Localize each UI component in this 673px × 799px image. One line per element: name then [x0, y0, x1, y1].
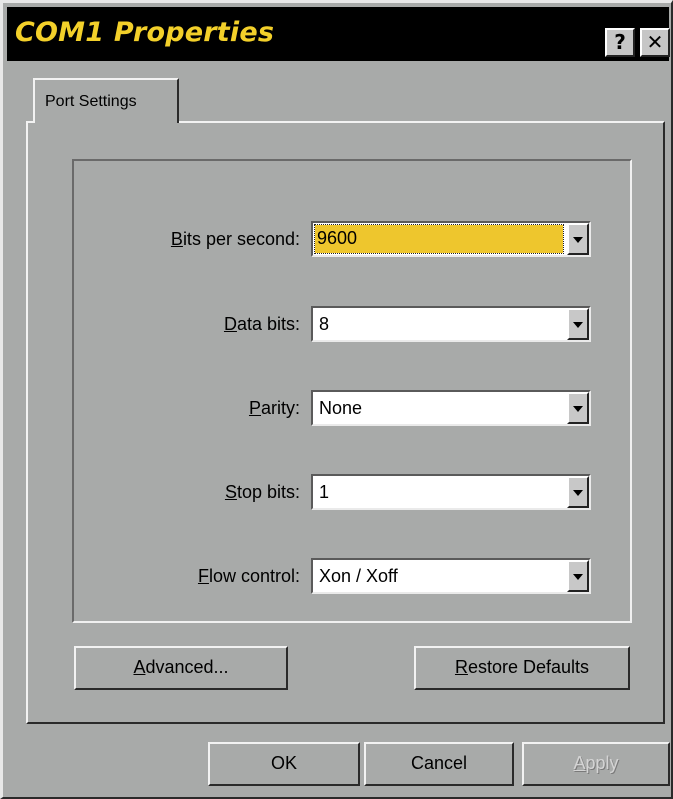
- tab-port-settings[interactable]: Port Settings: [33, 78, 179, 123]
- stop-bits-row: Stop bits: 1: [74, 474, 630, 510]
- settings-group: Bits per second: 9600 Data bits: 8 Parit…: [72, 159, 632, 623]
- ok-button[interactable]: OK: [208, 742, 360, 786]
- advanced-button[interactable]: Advanced...: [74, 646, 288, 690]
- restore-defaults-button[interactable]: Restore Defaults: [414, 646, 630, 690]
- chevron-down-icon: [573, 406, 583, 412]
- window-title: COM1 Properties: [15, 17, 275, 48]
- flow-control-select[interactable]: Xon / Xoff: [311, 558, 591, 594]
- data-bits-dropdown-button[interactable]: [567, 308, 589, 340]
- stop-bits-dropdown-button[interactable]: [567, 476, 589, 508]
- bits-per-second-dropdown-button[interactable]: [567, 223, 589, 255]
- stop-bits-select[interactable]: 1: [311, 474, 591, 510]
- apply-button[interactable]: Apply: [522, 742, 670, 786]
- help-icon: ?: [614, 30, 626, 54]
- port-settings-panel: Bits per second: 9600 Data bits: 8 Parit…: [26, 121, 665, 724]
- title-bar[interactable]: COM1 Properties ? ✕: [7, 7, 670, 61]
- flow-control-row: Flow control: Xon / Xoff: [74, 558, 630, 594]
- stop-bits-label: Stop bits:: [224, 482, 300, 502]
- flow-control-label: Flow control:: [197, 566, 300, 586]
- chevron-down-icon: [573, 490, 583, 496]
- bits-per-second-value: 9600: [314, 224, 564, 254]
- parity-select[interactable]: None: [311, 390, 591, 426]
- properties-window: COM1 Properties ? ✕ Port Settings Bits p…: [0, 0, 673, 799]
- flow-control-value: Xon / Xoff: [319, 566, 398, 586]
- chevron-down-icon: [573, 237, 583, 243]
- parity-label: Parity:: [248, 398, 300, 418]
- flow-control-dropdown-button[interactable]: [567, 560, 589, 592]
- data-bits-label: Data bits:: [223, 314, 300, 334]
- bits-per-second-select[interactable]: 9600: [311, 221, 591, 257]
- help-button[interactable]: ?: [605, 28, 635, 57]
- data-bits-value: 8: [319, 314, 330, 334]
- tab-label: Port Settings: [45, 93, 137, 110]
- bits-per-second-label: Bits per second:: [170, 229, 300, 249]
- parity-dropdown-button[interactable]: [567, 392, 589, 424]
- data-bits-select[interactable]: 8: [311, 306, 591, 342]
- cancel-button[interactable]: Cancel: [364, 742, 514, 786]
- data-bits-row: Data bits: 8: [74, 306, 630, 342]
- close-button[interactable]: ✕: [640, 28, 670, 57]
- parity-value: None: [319, 398, 363, 418]
- chevron-down-icon: [573, 322, 583, 328]
- chevron-down-icon: [573, 574, 583, 580]
- close-icon: ✕: [646, 30, 664, 54]
- stop-bits-value: 1: [319, 482, 330, 502]
- bits-per-second-row: Bits per second: 9600: [74, 221, 630, 257]
- parity-row: Parity: None: [74, 390, 630, 426]
